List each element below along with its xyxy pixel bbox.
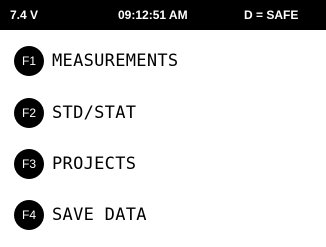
menu-item-label: PROJECTS [52, 154, 137, 174]
f2-key-icon: F2 [14, 98, 44, 128]
f1-key-icon: F1 [14, 46, 44, 76]
menu-item-projects[interactable]: F3 PROJECTS [14, 149, 314, 179]
status-bar: 7.4 V 09:12:51 AM D = SAFE [0, 0, 326, 30]
f3-key-icon: F3 [14, 149, 44, 179]
device-screen: 7.4 V 09:12:51 AM D = SAFE F1 MEASUREMEN… [0, 0, 326, 247]
mode-indicator: D = SAFE [244, 8, 299, 22]
menu-item-label: STD/STAT [52, 103, 137, 123]
menu-item-save-data[interactable]: F4 SAVE DATA [14, 200, 314, 230]
battery-voltage: 7.4 V [10, 8, 39, 22]
menu-item-measurements[interactable]: F1 MEASUREMENTS [14, 46, 314, 76]
f4-key-icon: F4 [14, 200, 44, 230]
menu-item-label: MEASUREMENTS [52, 51, 179, 71]
menu-item-std-stat[interactable]: F2 STD/STAT [14, 98, 314, 128]
menu-item-label: SAVE DATA [52, 205, 147, 225]
clock-time: 09:12:51 AM [118, 8, 188, 22]
